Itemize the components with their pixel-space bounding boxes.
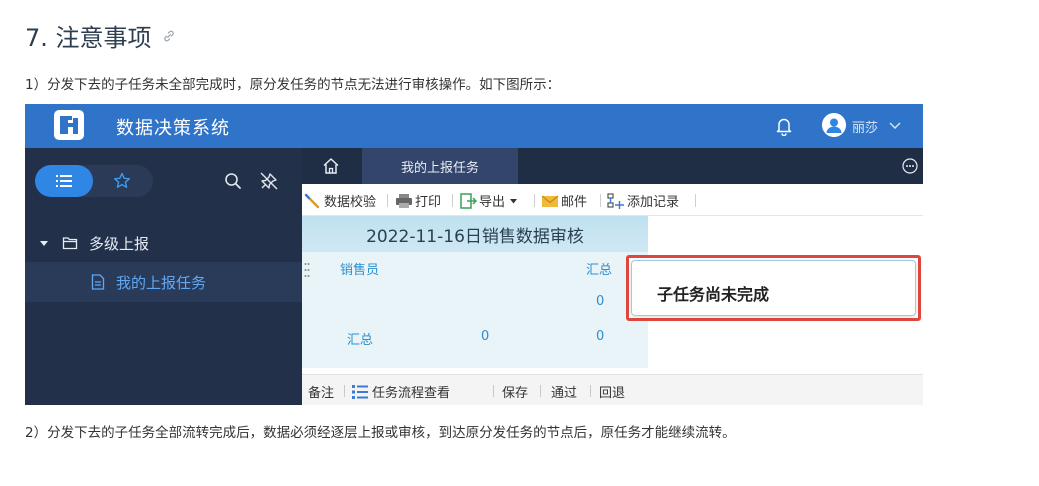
anchor-link-icon[interactable] [162,29,176,43]
bottombar-divider [540,385,541,397]
embedded-screenshot: 数据决策系统 丽莎 多级上报 我的上报任务 我的上报任务 数据校验 打印 导出 … [25,104,923,405]
drag-handle-icon[interactable] [304,262,310,278]
bottombar-divider [493,385,494,397]
toolbar-divider [387,194,388,207]
report-toolbar: 数据校验 打印 导出 邮件 添加记录 [302,184,923,216]
chevron-down-icon[interactable] [888,118,902,132]
summary-value-2: 0 [596,329,605,344]
wand-icon [304,193,320,208]
tab-my-report-task[interactable]: 我的上报任务 [362,148,518,184]
paragraph-2: 2）分发下去的子任务全部流转完成后，数据必须经逐层上报或审核，到达原分发任务的节… [25,425,736,441]
remark-button[interactable]: 备注 [308,382,334,401]
search-icon[interactable] [224,172,242,190]
bottombar-label: 通过 [551,386,578,401]
header-salesperson: 销售员 [340,263,380,278]
export-dropdown[interactable]: 导出 [459,191,518,210]
popup-message: 子任务尚未完成 [657,285,770,304]
mail-icon [541,194,559,207]
task-flow-view-button[interactable]: 任务流程查看 [351,382,450,401]
user-avatar[interactable] [822,113,846,137]
bottombar-label: 保存 [502,386,529,401]
user-icon [822,113,846,137]
star-icon[interactable] [113,172,131,190]
add-record-icon [607,192,624,209]
toolbar-label: 添加记录 [627,195,680,210]
app-topbar: 数据决策系统 丽莎 [25,104,923,148]
toolbar-divider [452,194,453,207]
report-title-band: 2022-11-16日销售数据审核 [302,216,648,252]
home-icon [323,158,339,174]
tab-directory[interactable] [35,165,93,197]
tree-item-my-report-task[interactable]: 我的上报任务 [25,262,302,302]
user-name[interactable]: 丽莎 [852,117,878,136]
bottombar-label: 回退 [599,386,626,401]
popup-box: 子任务尚未完成 [631,260,916,316]
tab-home[interactable] [302,148,362,184]
bottombar-divider [590,385,591,397]
toolbar-divider [600,194,601,207]
report-title: 2022-11-16日销售数据审核 [366,227,584,247]
toolbar-label: 数据校验 [324,195,377,210]
tree-folder-multilevel[interactable]: 多级上报 [25,224,302,262]
row1-total-cell[interactable]: 0 [596,294,604,309]
tab-label: 我的上报任务 [400,161,479,176]
notification-bell-icon[interactable] [775,116,793,136]
bottombar-label: 备注 [308,386,335,401]
message-popup: 子任务尚未完成 [626,255,921,321]
toolbar-label: 打印 [415,195,442,210]
flow-list-icon [352,384,368,399]
printer-icon [396,193,412,208]
rollback-button[interactable]: 回退 [599,382,625,401]
more-options-icon[interactable] [902,158,918,174]
tree-item-label: 我的上报任务 [116,274,207,292]
toolbar-label: 导出 [479,195,506,210]
bottombar-label: 任务流程查看 [372,386,451,401]
export-icon [460,192,477,209]
tab-bar: 我的上报任务 [302,148,923,184]
sidebar-tab-switch [35,165,153,197]
tree-folder-label: 多级上报 [89,235,150,253]
heading-text: 7. 注意事项 [25,24,152,52]
document-icon [91,274,105,290]
print-button[interactable]: 打印 [395,191,441,210]
toolbar-divider [695,194,696,207]
report-table: 销售员 汇总 0 汇总 0 0 [302,252,648,368]
unpin-icon[interactable] [260,172,278,190]
list-icon [56,175,72,187]
add-record-button[interactable]: 添加记录 [607,191,679,210]
app-logo-icon [54,110,84,140]
app-title: 数据决策系统 [116,118,230,139]
bottombar-divider [344,385,345,397]
folder-icon [62,237,78,250]
toolbar-divider [534,194,535,207]
caret-down-icon [510,198,518,203]
bottom-action-bar: 备注 任务流程查看 保存 通过 回退 [302,374,923,405]
mail-button[interactable]: 邮件 [541,191,587,210]
caret-down-icon[interactable] [39,238,49,248]
summary-label: 汇总 [347,333,374,348]
approve-button[interactable]: 通过 [551,382,577,401]
section-heading: 7. 注意事项 [25,18,176,53]
summary-value-1: 0 [481,329,490,344]
data-validate-button[interactable]: 数据校验 [304,191,376,210]
paragraph-1: 1）分发下去的子任务未全部完成时，原分发任务的节点无法进行审核操作。如下图所示： [25,77,561,93]
header-total: 汇总 [586,263,613,278]
toolbar-label: 邮件 [561,195,588,210]
sidebar: 多级上报 我的上报任务 [25,148,302,405]
save-button[interactable]: 保存 [502,382,528,401]
